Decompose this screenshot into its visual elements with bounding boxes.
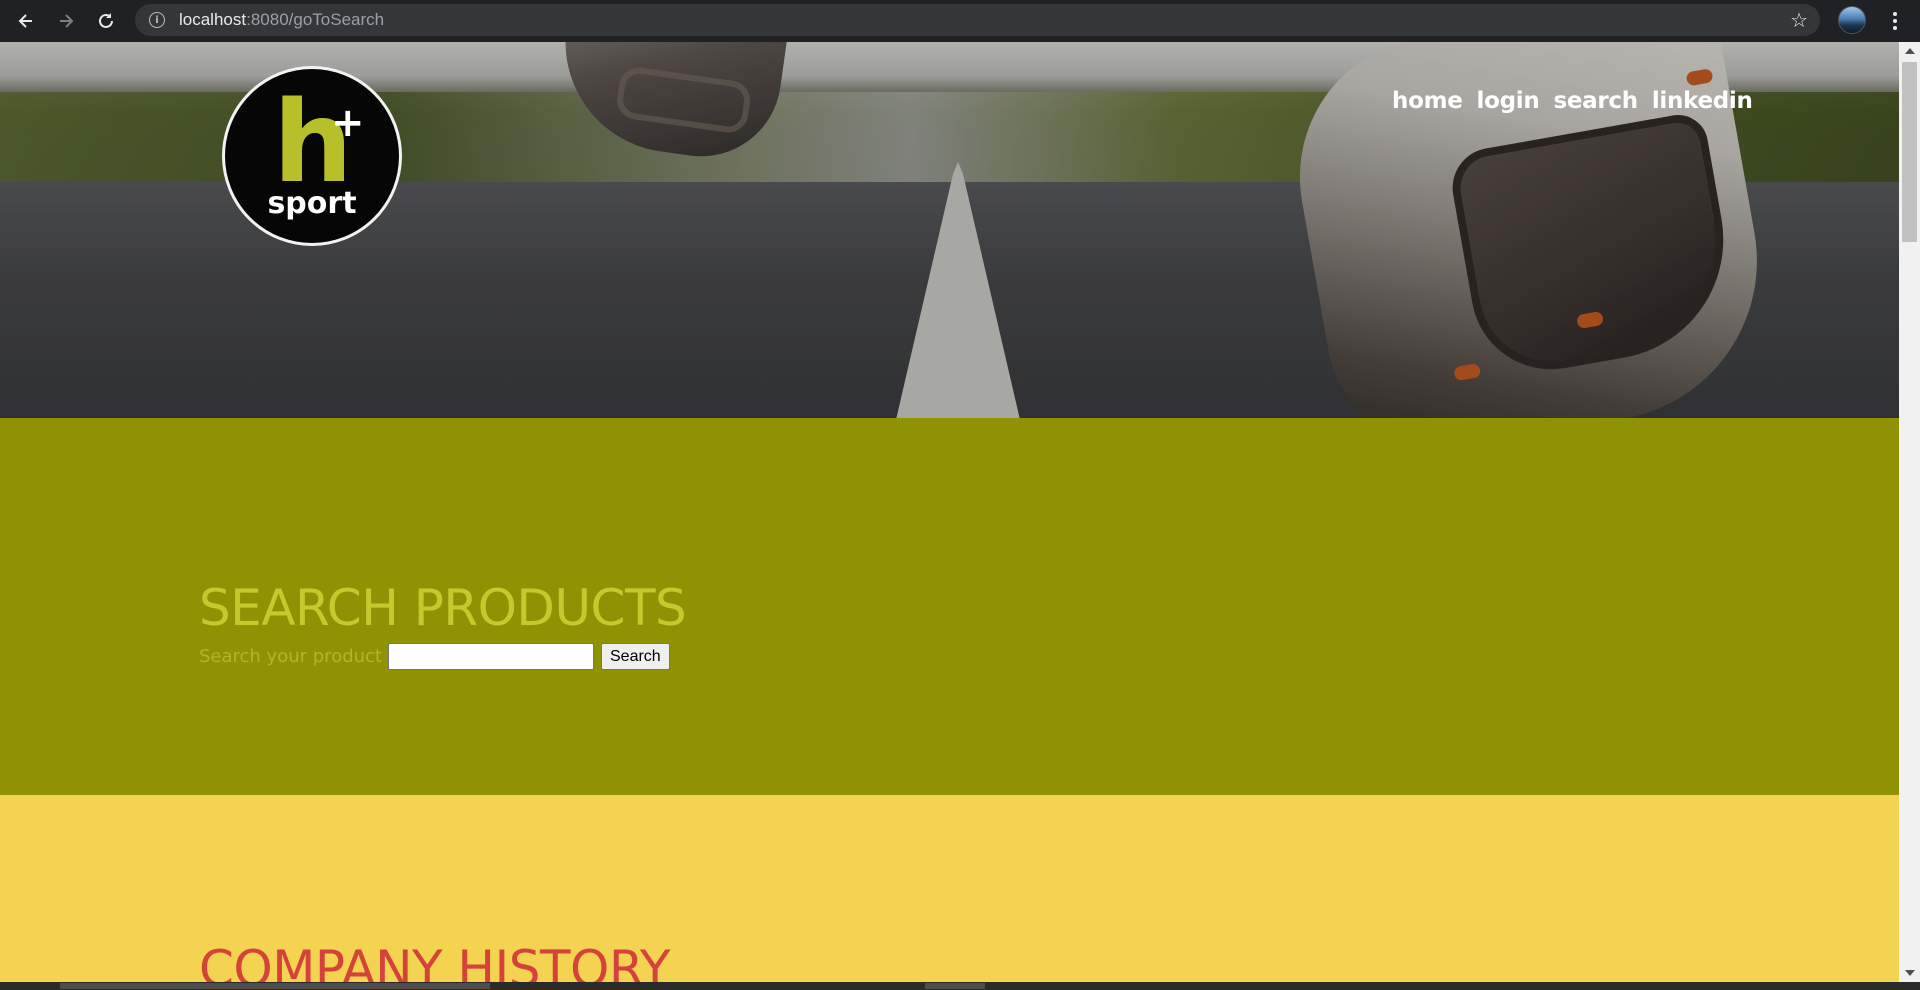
nav-link-login[interactable]: login bbox=[1477, 88, 1540, 114]
search-input[interactable] bbox=[388, 643, 594, 670]
page-viewport: h + sport home login search linkedin SEA… bbox=[0, 42, 1899, 982]
nav-link-linkedin[interactable]: linkedin bbox=[1652, 88, 1753, 114]
scroll-down-arrow-icon[interactable] bbox=[1905, 970, 1915, 976]
forward-button[interactable] bbox=[46, 1, 86, 41]
back-button[interactable] bbox=[6, 1, 46, 41]
logo-plus: + bbox=[331, 100, 365, 146]
hero-banner: h + sport home login search linkedin bbox=[0, 42, 1899, 418]
search-label: Search your product bbox=[199, 646, 382, 667]
vertical-scrollbar[interactable] bbox=[1899, 42, 1920, 982]
bookmark-star-icon[interactable]: ☆ bbox=[1790, 10, 1808, 30]
horizontal-scroll-thumb[interactable] bbox=[60, 983, 490, 989]
search-products-title: SEARCH PRODUCTS bbox=[199, 579, 687, 637]
company-history-section: COMPANY HISTORY bbox=[0, 795, 1899, 982]
browser-toolbar: i localhost :8080/goToSearch ☆ bbox=[0, 0, 1920, 42]
nav-link-home[interactable]: home bbox=[1392, 88, 1463, 114]
address-bar[interactable]: i localhost :8080/goToSearch ☆ bbox=[135, 4, 1820, 36]
browser-menu-icon[interactable] bbox=[1880, 6, 1910, 36]
reload-button[interactable] bbox=[86, 1, 126, 41]
back-arrow-icon bbox=[18, 14, 32, 28]
scroll-up-arrow-icon[interactable] bbox=[1905, 48, 1915, 54]
horizontal-scroll-marker bbox=[925, 983, 985, 989]
search-form: Search your product Search bbox=[199, 643, 670, 670]
company-history-title: COMPANY HISTORY bbox=[199, 940, 670, 982]
hsport-logo[interactable]: h + sport bbox=[222, 66, 402, 246]
reload-icon bbox=[99, 13, 113, 28]
profile-avatar[interactable] bbox=[1838, 6, 1866, 34]
forward-arrow-icon bbox=[60, 14, 74, 28]
logo-word: sport bbox=[267, 186, 357, 221]
vertical-scroll-thumb[interactable] bbox=[1902, 62, 1917, 242]
url-path: :8080/goToSearch bbox=[246, 10, 385, 29]
url-host: localhost bbox=[179, 10, 247, 29]
main-nav: home login search linkedin bbox=[1392, 88, 1753, 114]
nav-link-search[interactable]: search bbox=[1553, 88, 1638, 114]
info-icon[interactable]: i bbox=[149, 12, 165, 28]
search-button[interactable]: Search bbox=[601, 643, 670, 670]
search-products-section: SEARCH PRODUCTS Search your product Sear… bbox=[0, 418, 1899, 795]
horizontal-scrollbar[interactable] bbox=[0, 982, 1920, 990]
